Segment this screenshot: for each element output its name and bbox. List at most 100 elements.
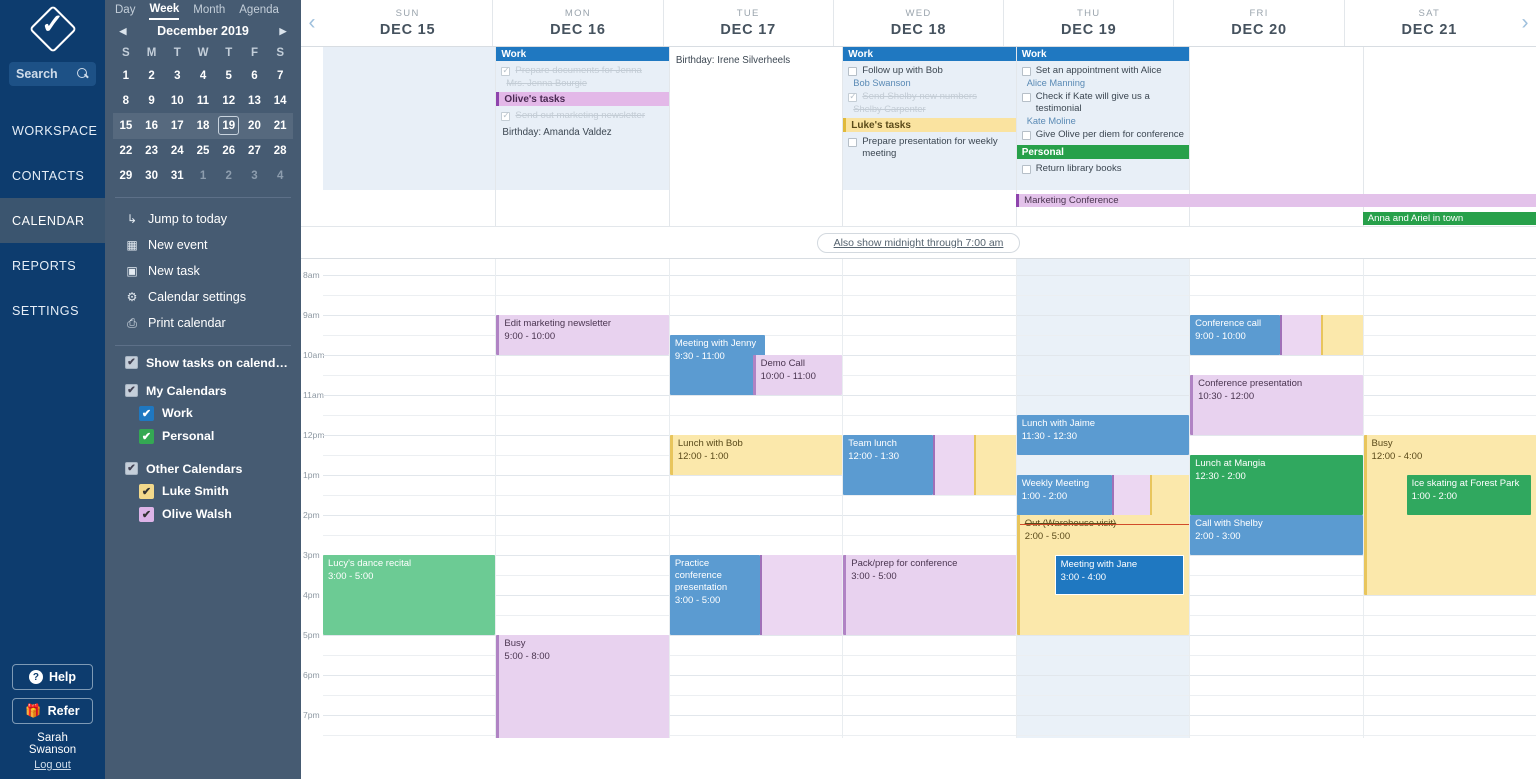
task-checkbox-icon[interactable] bbox=[1021, 165, 1031, 175]
mini-calendar-day[interactable]: 6 bbox=[242, 63, 268, 88]
calendar-event[interactable]: Call with Shelby 2:00 - 3:00 bbox=[1190, 515, 1363, 555]
calendar-event[interactable]: Conference call 9:00 - 10:00 bbox=[1190, 315, 1280, 355]
time-col-wed[interactable]: Team lunch 12:00 - 1:30 Pack/prep for conf… bbox=[842, 259, 1016, 738]
sidebar-item-reports[interactable]: REPORTS bbox=[0, 243, 105, 288]
mini-calendar-day[interactable]: 8 bbox=[113, 88, 139, 113]
overlapping-event-sliver[interactable] bbox=[1279, 315, 1322, 355]
mini-calendar-day[interactable]: 24 bbox=[164, 139, 190, 164]
other-calendars-toggle[interactable]: ✔ Other Calendars bbox=[105, 458, 301, 480]
mini-calendar-day[interactable]: 29 bbox=[113, 164, 139, 189]
sidebar-item-contacts[interactable]: CONTACTS bbox=[0, 153, 105, 198]
all-day-event[interactable]: Birthday: Irene Silverheels bbox=[670, 47, 842, 68]
all-day-col-fri[interactable] bbox=[1189, 47, 1362, 190]
calendar-event[interactable]: Busy 12:00 - 4:00 bbox=[1363, 435, 1536, 595]
day-header-thu[interactable]: THU DEC 19 bbox=[1003, 0, 1173, 46]
calendar-event[interactable]: Lunch with Jaime 11:30 - 12:30 bbox=[1016, 415, 1190, 455]
task-item[interactable]: Follow up with Bob bbox=[843, 63, 1015, 78]
task-checkbox-icon[interactable] bbox=[848, 138, 858, 148]
time-col-fri[interactable]: Conference call 9:00 - 10:00 Conference pr… bbox=[1189, 259, 1363, 738]
all-day-col-thu[interactable]: Work Set an appointment with Alice Alice… bbox=[1015, 47, 1190, 190]
all-day-col-wed[interactable]: Work Follow up with Bob Bob Swanson Send… bbox=[842, 47, 1016, 190]
mini-calendar-day[interactable]: 18 bbox=[190, 113, 216, 138]
mini-calendar-day[interactable]: 13 bbox=[242, 88, 268, 113]
mini-calendar-day[interactable]: 2 bbox=[139, 63, 165, 88]
next-week-button[interactable]: › bbox=[1514, 0, 1536, 46]
mini-calendar-day[interactable]: 3 bbox=[164, 63, 190, 88]
task-item[interactable]: Check if Kate will give us a testimonial bbox=[1017, 89, 1189, 116]
calendar-event[interactable]: Weekly Meeting 1:00 - 2:00 bbox=[1016, 475, 1112, 515]
spanning-event-anna-ariel[interactable]: Anna and Ariel in town bbox=[1362, 212, 1536, 225]
mini-calendar-day[interactable]: 14 bbox=[267, 88, 293, 113]
overlapping-event-sliver[interactable] bbox=[932, 435, 975, 495]
mini-calendar-day[interactable]: 2 bbox=[216, 164, 242, 189]
calendar-event[interactable]: Edit marketing newsletter 9:00 - 10:00 bbox=[496, 315, 669, 355]
calendar-event[interactable]: Lucy's dance recital 3:00 - 5:00 bbox=[323, 555, 496, 635]
mini-calendar-day[interactable]: 5 bbox=[216, 63, 242, 88]
calendar-event[interactable]: Conference presentation 10:30 - 12:00 bbox=[1190, 375, 1363, 435]
help-button[interactable]: ? Help bbox=[12, 664, 93, 690]
tab-day[interactable]: Day bbox=[115, 4, 135, 19]
tab-agenda[interactable]: Agenda bbox=[239, 4, 279, 19]
sidebar-item-workspace[interactable]: WORKSPACE bbox=[0, 108, 105, 153]
mini-calendar-day[interactable]: 1 bbox=[113, 63, 139, 88]
mini-calendar-day[interactable]: 21 bbox=[267, 113, 293, 138]
mini-calendar-day[interactable]: 28 bbox=[267, 139, 293, 164]
calendar-event[interactable]: Lunch with Bob 12:00 - 1:00 bbox=[669, 435, 843, 475]
mini-calendar-day[interactable]: 1 bbox=[190, 164, 216, 189]
overlapping-event-sliver[interactable] bbox=[1111, 475, 1151, 515]
all-day-event[interactable]: Birthday: Amanda Valdez bbox=[496, 123, 668, 140]
calendar-event[interactable]: Meeting with Jane 3:00 - 4:00 bbox=[1054, 555, 1184, 595]
mini-calendar-day[interactable]: 17 bbox=[164, 113, 190, 138]
all-day-col-sat[interactable] bbox=[1362, 47, 1536, 190]
next-month-button[interactable]: ▶ bbox=[277, 26, 289, 37]
task-checkbox-icon[interactable] bbox=[501, 110, 511, 122]
mini-calendar-day[interactable]: 27 bbox=[242, 139, 268, 164]
all-day-col-sun[interactable] bbox=[323, 47, 496, 190]
my-calendars-toggle[interactable]: ✔ My Calendars bbox=[105, 380, 301, 402]
jump-to-today-button[interactable]: ↳ Jump to today bbox=[105, 206, 301, 232]
task-item[interactable]: Set an appointment with Alice bbox=[1017, 63, 1189, 78]
task-item[interactable]: Send Shelby new numbers bbox=[843, 89, 1015, 104]
mini-calendar-day[interactable]: 15 bbox=[113, 113, 139, 138]
all-day-col-mon[interactable]: Work Prepare documents for Jenna Mrs. Je… bbox=[495, 47, 669, 190]
mini-calendar-day[interactable]: 26 bbox=[216, 139, 242, 164]
print-calendar-button[interactable]: ⎙ Print calendar bbox=[105, 310, 301, 337]
time-col-thu[interactable]: Lunch with Jaime 11:30 - 12:30 Weekly Meet… bbox=[1015, 259, 1190, 738]
task-item[interactable]: Give Olive per diem for conference bbox=[1017, 127, 1189, 142]
new-event-button[interactable]: ▦ New event bbox=[105, 232, 301, 258]
mini-calendar-day[interactable]: 31 bbox=[164, 164, 190, 189]
day-header-tue[interactable]: TUE DEC 17 bbox=[662, 0, 833, 46]
calendar-settings-button[interactable]: ⚙ Calendar settings bbox=[105, 284, 301, 310]
task-item[interactable]: Send out marketing newsletter bbox=[496, 108, 668, 123]
day-header-mon[interactable]: MON DEC 16 bbox=[492, 0, 662, 46]
calendar-toggle-work[interactable]: ✔ Work bbox=[105, 402, 301, 425]
day-header-fri[interactable]: FRI DEC 20 bbox=[1173, 0, 1343, 46]
task-item[interactable]: Return library books bbox=[1017, 161, 1189, 176]
mini-calendar-day[interactable]: 19 bbox=[216, 113, 242, 138]
overlapping-event-sliver[interactable] bbox=[974, 435, 1016, 495]
task-checkbox-icon[interactable] bbox=[1021, 67, 1031, 76]
mini-calendar-day[interactable]: 30 bbox=[139, 164, 165, 189]
prev-week-button[interactable]: ‹ bbox=[301, 0, 323, 46]
calendar-event[interactable]: Demo Call 10:00 - 11:00 bbox=[752, 355, 843, 395]
time-col-mon[interactable]: Edit marketing newsletter 9:00 - 10:00 Bus… bbox=[495, 259, 669, 738]
search-input[interactable]: Search bbox=[9, 62, 96, 86]
mini-calendar-day[interactable]: 22 bbox=[113, 139, 139, 164]
calendar-toggle-luke-smith[interactable]: ✔ Luke Smith bbox=[105, 480, 301, 503]
sidebar-item-calendar[interactable]: CALENDAR bbox=[0, 198, 105, 243]
task-item[interactable]: Prepare presentation for weekly meeting bbox=[843, 134, 1015, 161]
mini-calendar-day[interactable]: 9 bbox=[139, 88, 165, 113]
time-col-sun[interactable]: Lucy's dance recital 3:00 - 5:00 bbox=[323, 259, 496, 738]
calendar-event[interactable]: Team lunch 12:00 - 1:30 bbox=[843, 435, 933, 495]
day-header-wed[interactable]: WED DEC 18 bbox=[832, 0, 1003, 46]
mini-calendar-day[interactable]: 4 bbox=[190, 63, 216, 88]
task-checkbox-icon[interactable] bbox=[848, 91, 858, 103]
sidebar-item-settings[interactable]: SETTINGS bbox=[0, 288, 105, 333]
calendar-toggle-olive-walsh[interactable]: ✔ Olive Walsh bbox=[105, 503, 301, 526]
overlapping-event-sliver[interactable] bbox=[759, 555, 843, 635]
calendar-event[interactable]: Lunch at Mangia 12:30 - 2:00 bbox=[1190, 455, 1363, 515]
mini-calendar-day[interactable]: 11 bbox=[190, 88, 216, 113]
calendar-event[interactable]: Pack/prep for conference 3:00 - 5:00 bbox=[843, 555, 1016, 635]
calendar-toggle-personal[interactable]: ✔ Personal bbox=[105, 425, 301, 448]
calendar-event[interactable]: Practice conference presentation 3:00 - 5… bbox=[669, 555, 760, 635]
